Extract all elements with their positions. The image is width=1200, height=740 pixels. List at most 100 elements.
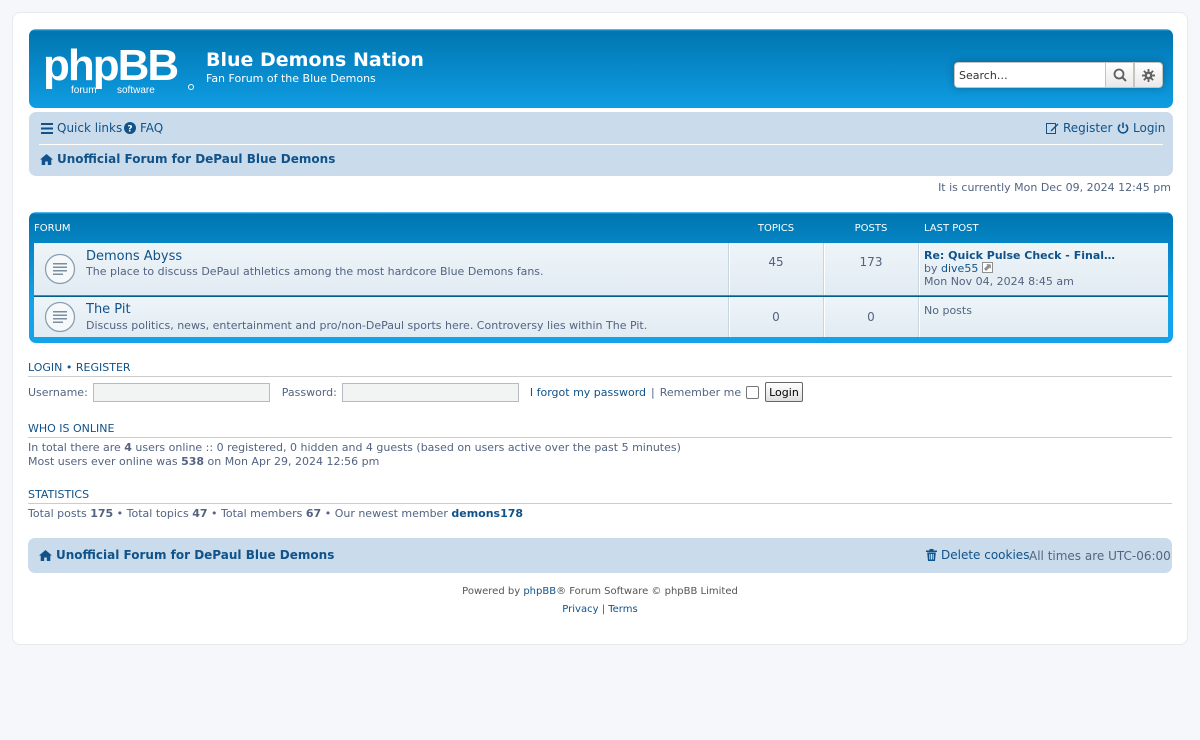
- header-topics: TOPICS: [757, 223, 795, 234]
- username-input[interactable]: [92, 382, 270, 402]
- register-label: Register: [1063, 121, 1113, 135]
- forum-read-icon: [44, 253, 76, 285]
- column-divider: [729, 243, 730, 295]
- last-post-empty: No posts: [924, 304, 972, 317]
- trash-icon: [926, 549, 937, 561]
- gear-icon: [1142, 68, 1155, 82]
- search-button[interactable]: [1105, 62, 1134, 88]
- login-divider: |: [651, 385, 655, 399]
- remember-me-checkbox[interactable]: [746, 385, 760, 399]
- svg-text:?: ?: [127, 124, 132, 134]
- total-topics-label: • Total topics: [116, 507, 189, 520]
- forum-row: The Pit Discuss politics, news, entertai…: [34, 296, 1168, 337]
- svg-text:forum: forum: [71, 85, 97, 95]
- total-posts-label: Total posts: [28, 507, 87, 520]
- search-input[interactable]: [954, 62, 1105, 88]
- phpbb-logo[interactable]: phpBB forum software: [43, 43, 195, 95]
- statistics-heading: STATISTICS: [28, 488, 1172, 504]
- timezone-info: All times are UTC-06:00: [1029, 549, 1171, 563]
- advanced-search-button[interactable]: [1134, 62, 1163, 88]
- powered-by-post: ® Forum Software © phpBB Limited: [556, 586, 738, 597]
- newest-member-label: • Our newest member: [324, 507, 448, 520]
- online-line2-pre: Most users ever online was: [28, 455, 178, 468]
- quick-login-form: Username: Password: I forgot my password…: [28, 382, 803, 402]
- svg-text:phpBB: phpBB: [43, 43, 177, 90]
- login-label: Login: [1133, 121, 1166, 135]
- search-box: [954, 62, 1163, 88]
- column-divider: [919, 297, 920, 337]
- svg-text:software: software: [117, 85, 155, 95]
- column-divider: [919, 243, 920, 295]
- online-line1-post: users online :: 0 registered, 0 hidden a…: [135, 441, 681, 454]
- delete-cookies-link[interactable]: Delete cookies: [926, 548, 1029, 562]
- quick-links-menu[interactable]: Quick links: [41, 121, 122, 135]
- navbar-divider: [39, 144, 1163, 145]
- online-count: 4: [124, 441, 132, 454]
- forum-title-link[interactable]: Demons Abyss: [86, 249, 182, 264]
- topics-count: 45: [768, 255, 784, 269]
- magnifier-icon: [1113, 68, 1127, 82]
- delete-cookies-label: Delete cookies: [941, 548, 1030, 562]
- newest-member-link[interactable]: demons178: [451, 507, 523, 520]
- site-description: Fan Forum of the Blue Demons: [206, 72, 376, 85]
- navbar: Quick links ? FAQ Register Login Unoffic…: [29, 112, 1173, 176]
- last-post-title-link[interactable]: Re: Quick Pulse Check - Final…: [924, 249, 1115, 262]
- total-posts-value: 175: [90, 507, 114, 520]
- navbar-links-row: Quick links ? FAQ Register Login: [29, 112, 1173, 144]
- forgot-password-link[interactable]: I forgot my password: [530, 386, 646, 399]
- site-title: Blue Demons Nation: [206, 49, 424, 71]
- last-post-author-link[interactable]: dive55: [941, 262, 978, 275]
- forum-read-icon: [44, 301, 76, 333]
- phpbb-link[interactable]: phpBB: [523, 586, 556, 597]
- faq-label: FAQ: [140, 121, 164, 135]
- posts-count: 173: [859, 255, 883, 269]
- heading-separator: •: [65, 361, 73, 374]
- remember-me-label: Remember me: [659, 385, 742, 399]
- who-is-online-heading: WHO IS ONLINE: [28, 422, 1172, 438]
- privacy-link[interactable]: Privacy: [562, 604, 598, 615]
- power-icon: [1117, 122, 1129, 134]
- column-divider: [824, 243, 825, 295]
- last-post-date: Mon Nov 04, 2024 8:45 am: [924, 275, 1074, 288]
- home-icon: [40, 153, 53, 165]
- posts-count: 0: [867, 310, 875, 324]
- topics-count: 0: [772, 310, 780, 324]
- header-last-post: LAST POST: [924, 223, 979, 234]
- faq-link[interactable]: ? FAQ: [124, 121, 163, 135]
- powered-by-line: Powered by phpBB® Forum Software © phpBB…: [0, 586, 1200, 597]
- login-link[interactable]: Login: [1117, 121, 1165, 135]
- quick-links-label: Quick links: [57, 121, 123, 135]
- login-heading-link[interactable]: LOGIN: [28, 361, 62, 374]
- hamburger-icon: [41, 122, 53, 134]
- forum-description: The place to discuss DePaul athletics am…: [86, 265, 544, 278]
- login-button[interactable]: Login: [765, 382, 803, 402]
- last-post-by-prefix: by: [924, 262, 938, 275]
- who-is-online-link[interactable]: WHO IS ONLINE: [28, 422, 114, 435]
- terms-link[interactable]: Terms: [608, 604, 637, 615]
- who-is-online-text: In total there are 4 users online :: 0 r…: [28, 441, 681, 469]
- forum-row: Demons Abyss The place to discuss DePaul…: [34, 243, 1168, 295]
- footer-navbar: Unofficial Forum for DePaul Blue Demons …: [28, 538, 1172, 573]
- register-heading-link[interactable]: REGISTER: [76, 361, 131, 374]
- footer-breadcrumb-home[interactable]: Unofficial Forum for DePaul Blue Demons: [39, 548, 334, 562]
- header-posts: POSTS: [854, 223, 888, 234]
- total-members-label: • Total members: [211, 507, 303, 520]
- forum-list: FORUM TOPICS POSTS LAST POST Demons Abys…: [29, 212, 1173, 343]
- register-link[interactable]: Register: [1046, 121, 1112, 135]
- password-input[interactable]: [341, 382, 519, 402]
- header-bar: phpBB forum software Blue Demons Nation …: [29, 29, 1173, 108]
- forum-title-link[interactable]: The Pit: [86, 302, 131, 317]
- current-time: It is currently Mon Dec 09, 2024 12:45 p…: [938, 181, 1171, 194]
- home-icon: [39, 549, 52, 561]
- breadcrumb-home[interactable]: Unofficial Forum for DePaul Blue Demons: [40, 152, 335, 166]
- login-section-heading: LOGIN • REGISTER: [28, 361, 1172, 377]
- total-topics-value: 47: [192, 507, 208, 520]
- password-label: Password:: [281, 385, 337, 399]
- header-forum: FORUM: [34, 223, 71, 234]
- footer-links-sep: |: [601, 604, 606, 615]
- footer-links: Privacy | Terms: [0, 604, 1200, 615]
- username-label: Username:: [28, 385, 88, 399]
- question-circle-icon: ?: [124, 122, 136, 134]
- online-line1-pre: In total there are: [28, 441, 121, 454]
- view-latest-post-icon[interactable]: [981, 262, 993, 273]
